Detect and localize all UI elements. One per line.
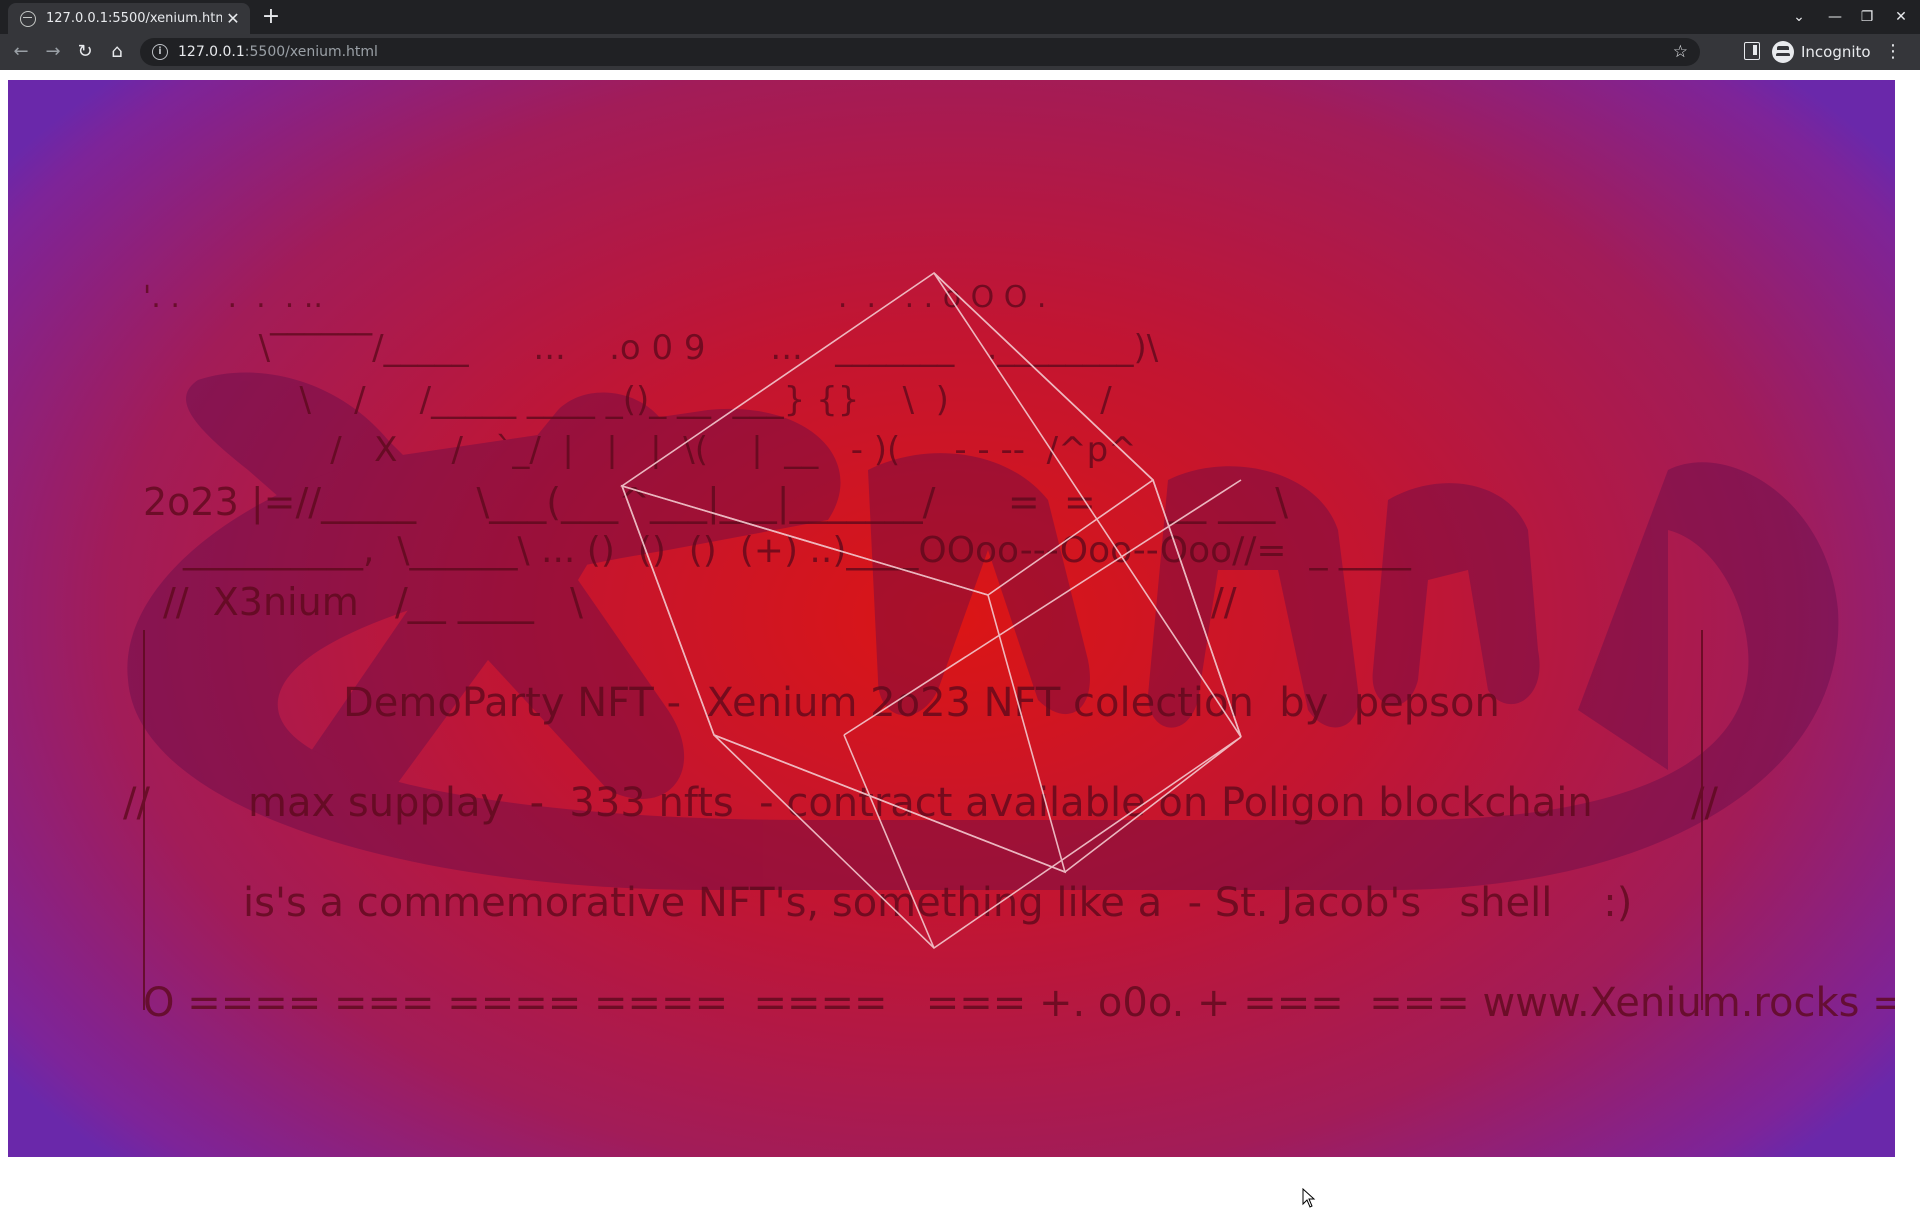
- browser-toolbar: ← → ↻ ⌂ i 127.0.0.1:5500/xenium.html ☆ I…: [0, 34, 1920, 70]
- shell-line: is's a commemorative NFT's, something li…: [243, 880, 1633, 926]
- browser-menu-button[interactable]: ⋮: [1884, 39, 1902, 65]
- ascii-row-2: \‾‾‾‾‾‾/_____ ... .o 0 9 ... _______ .__…: [183, 328, 1159, 368]
- browser-tab[interactable]: 127.0.0.1:5500/xenium.html ✕: [8, 3, 250, 34]
- home-button[interactable]: ⌂: [104, 39, 130, 65]
- supply-line: max supplay - 333 nfts - contract availa…: [248, 780, 1593, 826]
- incognito-profile-button[interactable]: Incognito: [1772, 39, 1871, 65]
- mouse-pointer-icon: [1302, 1188, 1316, 1208]
- ascii-row-3: \ / /_____ ____ _()_ __ ___} {} \ ) /: [213, 380, 1112, 420]
- url-host: 127.0.0.1: [178, 44, 245, 60]
- ascii-art: '. . . . . .. . . . . o O O . \‾‾‾‾‾‾/__…: [123, 280, 1895, 1026]
- url-text[interactable]: 127.0.0.1:5500/xenium.html: [178, 44, 1673, 60]
- ascii-row-7: // X3nium /__ ____ \ //: [163, 580, 1237, 624]
- address-bar[interactable]: i 127.0.0.1:5500/xenium.html ☆: [140, 38, 1700, 66]
- tab-title: 127.0.0.1:5500/xenium.html: [46, 11, 222, 26]
- restore-button[interactable]: ❐: [1852, 4, 1882, 30]
- incognito-icon: [1772, 41, 1794, 63]
- page-viewport: '. . . . . .. . . . . o O O . \‾‾‾‾‾‾/__…: [0, 70, 1920, 1208]
- border-left-mark: //: [123, 780, 150, 826]
- ascii-row-6: __________, \______\ ... () () () (+) ..…: [183, 530, 1411, 571]
- forward-button[interactable]: →: [40, 39, 66, 65]
- tab-close-button[interactable]: ✕: [222, 9, 244, 28]
- minimize-button[interactable]: —: [1820, 4, 1850, 30]
- tab-strip: 127.0.0.1:5500/xenium.html ✕ + ⌄ — ❐ ✕: [0, 0, 1920, 34]
- credit-line: DemoParty NFT - Xenium 2o23 NFT colectio…: [343, 680, 1500, 726]
- reload-button[interactable]: ↻: [72, 39, 98, 65]
- site-info-icon[interactable]: i: [152, 44, 168, 60]
- globe-icon: [20, 10, 36, 27]
- ascii-row-5: 2o23 |=//_____ \___(___^___|___|_______/…: [143, 480, 1289, 524]
- close-window-button[interactable]: ✕: [1886, 4, 1916, 30]
- side-panel-icon[interactable]: [1744, 42, 1760, 60]
- back-button[interactable]: ←: [8, 39, 34, 65]
- xenium-canvas[interactable]: '. . . . . .. . . . . o O O . \‾‾‾‾‾‾/__…: [8, 80, 1895, 1157]
- incognito-label: Incognito: [1801, 43, 1871, 61]
- new-tab-button[interactable]: +: [258, 4, 284, 30]
- ascii-row-4: / X / `_/ | | | \( | __ - )( - - -- /^p^: [233, 430, 1137, 470]
- url-path: :5500/xenium.html: [244, 44, 378, 60]
- ascii-row-1: '. . . . . .. . . . . o O O .: [143, 280, 1047, 315]
- tab-search-button[interactable]: ⌄: [1784, 4, 1814, 30]
- bookmark-star-icon[interactable]: ☆: [1673, 42, 1688, 62]
- border-right-mark: //: [1691, 780, 1718, 826]
- footer-line: O ==== === ==== ==== ==== === +. o0o. + …: [143, 980, 1895, 1026]
